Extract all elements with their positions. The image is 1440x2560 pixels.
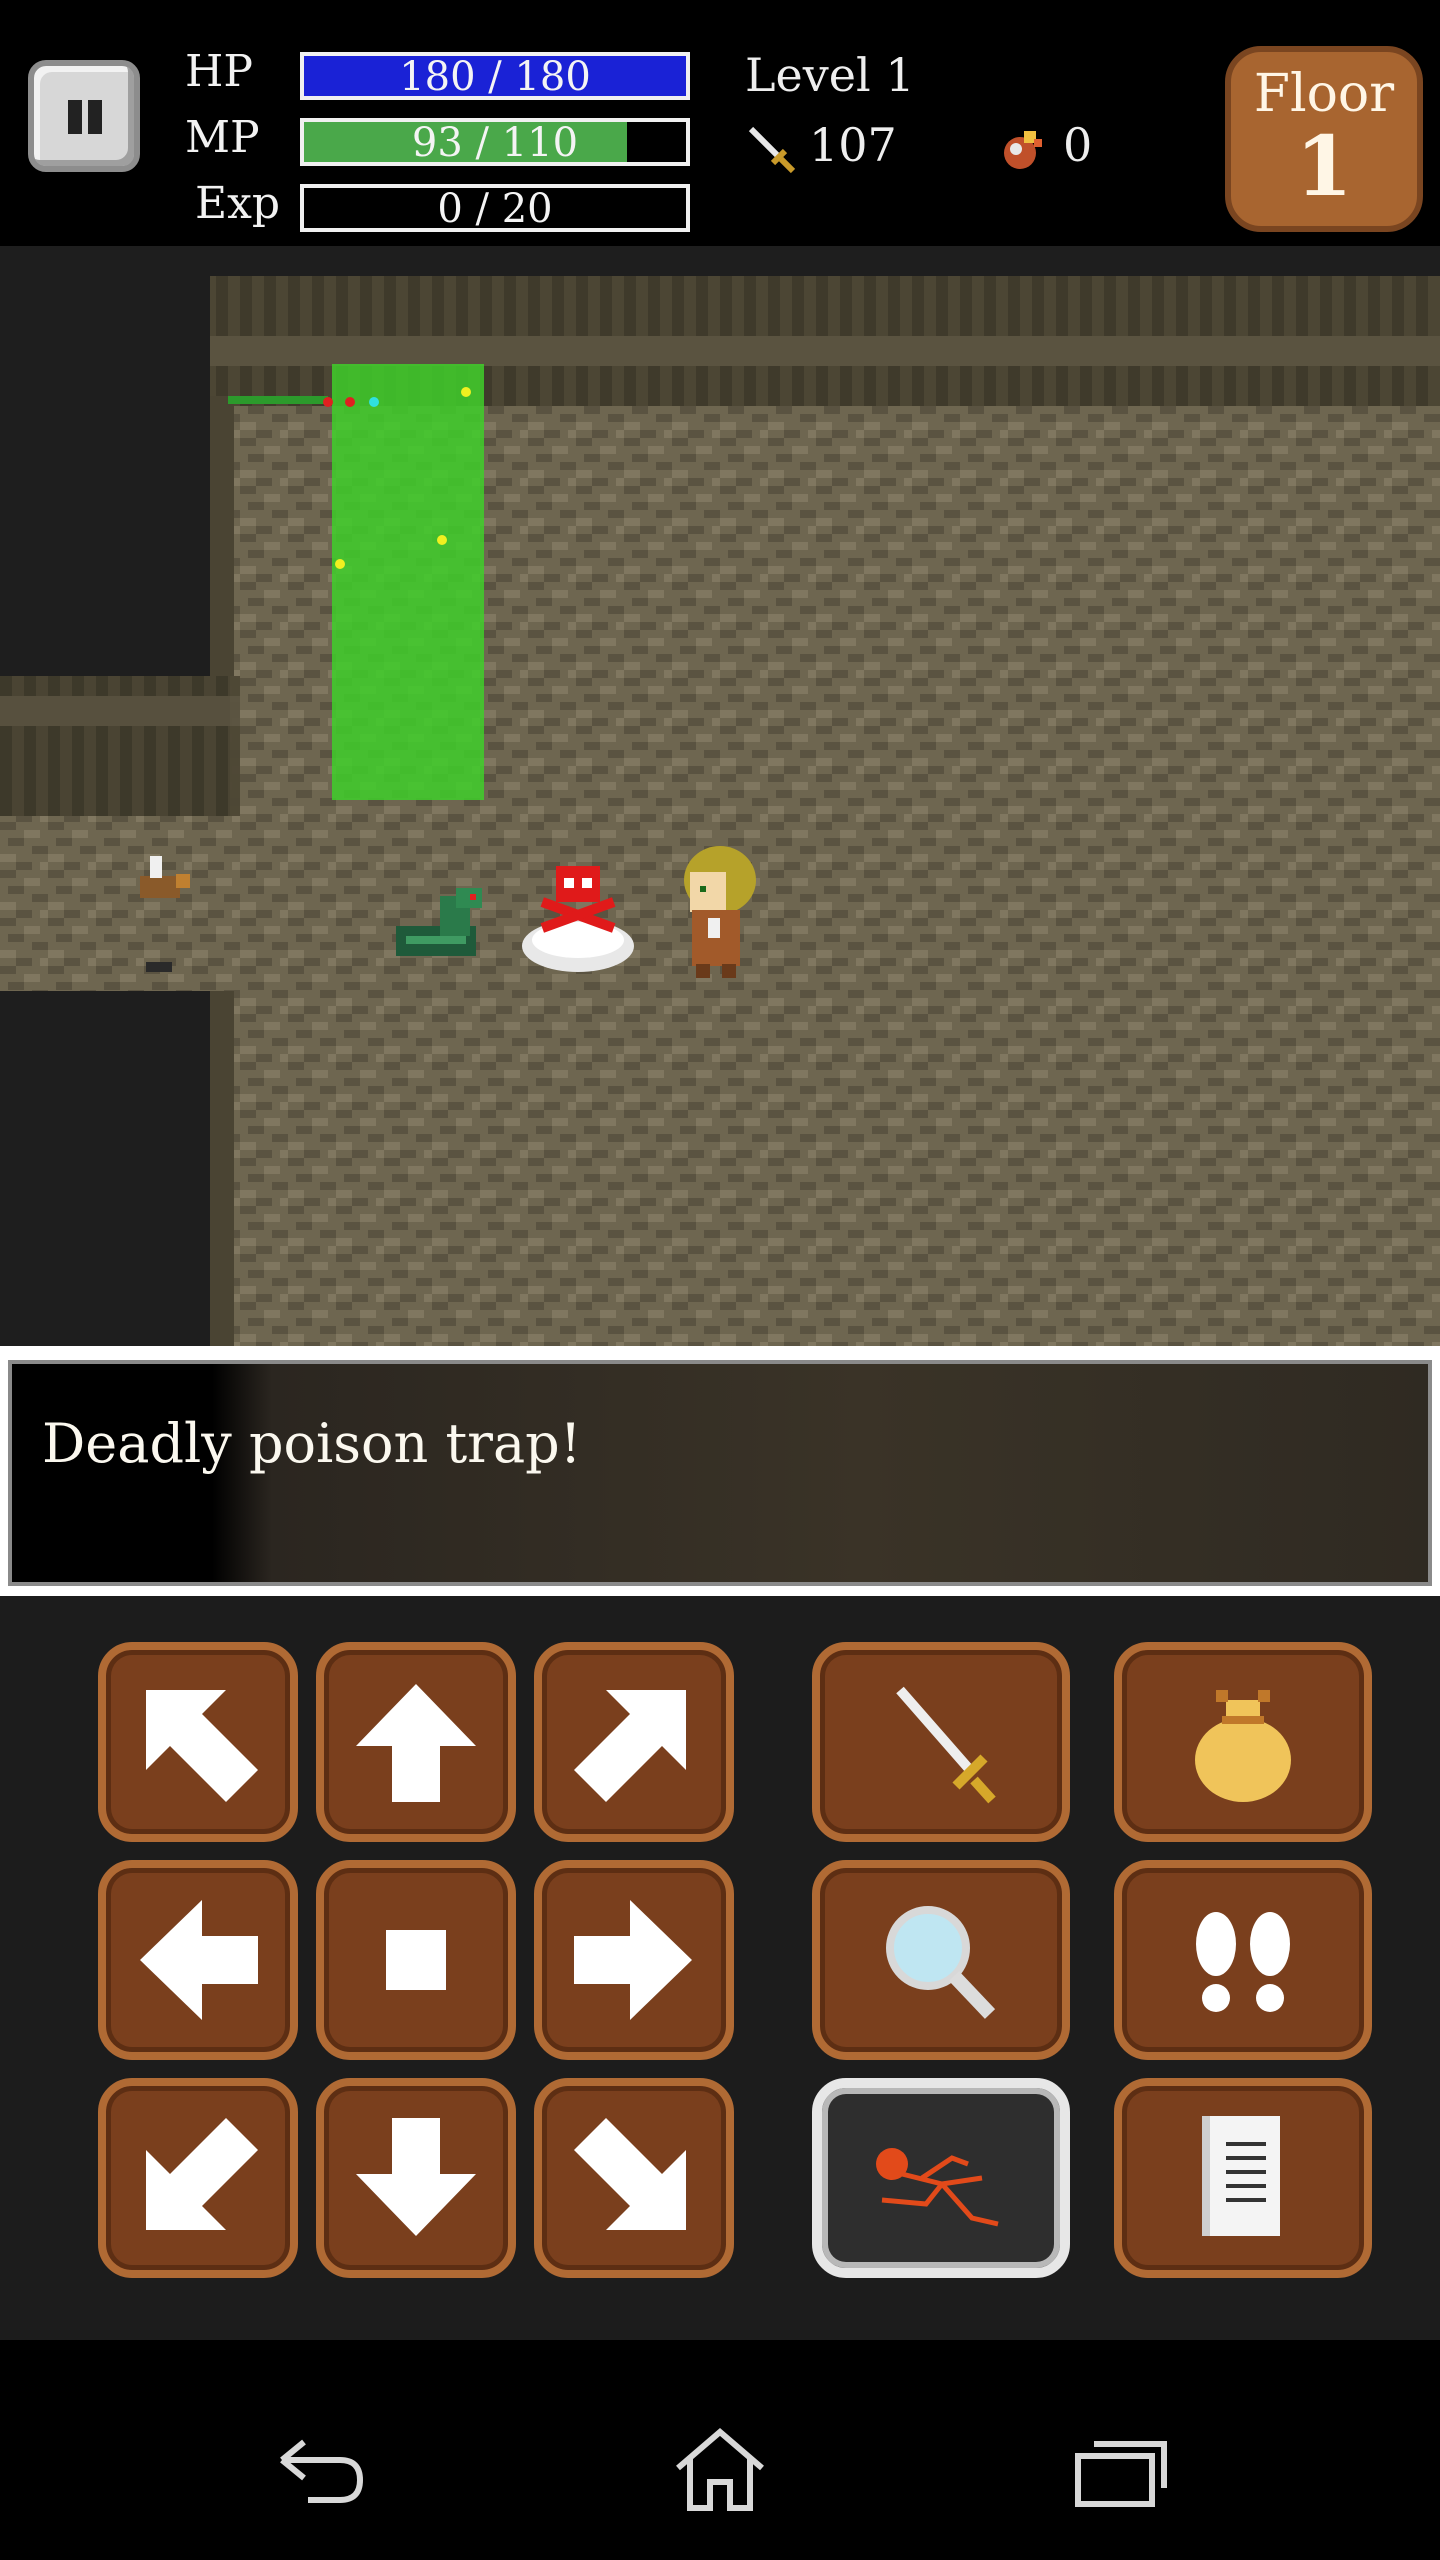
dash-runner-icon xyxy=(876,2148,999,2227)
move-down-button[interactable] xyxy=(316,2078,516,2278)
floor-badge: Floor 1 xyxy=(1225,46,1423,232)
move-down-left-button[interactable] xyxy=(98,2078,298,2278)
system-nav-bar xyxy=(0,2340,1440,2560)
back-icon[interactable] xyxy=(270,2432,370,2512)
arrow-down-icon xyxy=(356,2118,476,2236)
floor-number: 1 xyxy=(1295,119,1353,215)
hp-value: 180 / 180 xyxy=(399,54,591,100)
attack-value: 107 xyxy=(809,118,897,172)
hp-label: HP xyxy=(185,46,253,97)
exp-value: 0 / 20 xyxy=(437,186,553,232)
attack-stat: 107 xyxy=(745,118,897,175)
recents-icon[interactable] xyxy=(1070,2432,1170,2512)
arrow-up-right-icon xyxy=(574,1690,686,1802)
inventory-button[interactable] xyxy=(1114,1642,1372,1842)
arrow-left-icon xyxy=(140,1900,258,2020)
home-icon[interactable] xyxy=(670,2424,770,2514)
floor-label: Floor xyxy=(1253,64,1395,124)
arrow-right-icon xyxy=(574,1900,692,2020)
move-up-left-button[interactable] xyxy=(98,1642,298,1842)
move-left-button[interactable] xyxy=(98,1860,298,2060)
move-right-button[interactable] xyxy=(534,1860,734,2060)
mp-bar: 93 / 110 xyxy=(300,118,690,166)
sword-icon xyxy=(896,1686,996,1804)
dash-toggle-button[interactable] xyxy=(812,2078,1070,2278)
exp-bar: 0 / 20 xyxy=(300,184,690,232)
level-text: Level 1 xyxy=(745,48,915,102)
sword-icon xyxy=(748,126,796,174)
search-button[interactable] xyxy=(812,1860,1070,2060)
message-text: Deadly poison trap! xyxy=(42,1412,582,1475)
pause-icon xyxy=(68,100,82,134)
gold-pot-icon xyxy=(1004,131,1042,169)
wait-button[interactable] xyxy=(316,1860,516,2060)
bag-icon xyxy=(1195,1690,1291,1802)
arrow-up-icon xyxy=(356,1684,476,1802)
arrow-up-left-icon xyxy=(146,1690,258,1802)
gold-value: 0 xyxy=(1063,118,1093,172)
dungeon-view xyxy=(0,246,1440,1346)
control-pad xyxy=(0,1596,1440,2340)
hp-bar: 180 / 180 xyxy=(300,52,690,100)
mp-value: 93 / 110 xyxy=(411,120,579,166)
footprints-icon xyxy=(1196,1912,1290,2012)
gold-stat: 0 xyxy=(995,118,1092,175)
log-button[interactable] xyxy=(1114,2078,1372,2278)
attack-button[interactable] xyxy=(812,1642,1070,1842)
arrow-down-right-icon xyxy=(574,2118,686,2230)
step-button[interactable] xyxy=(1114,1860,1372,2060)
scroll-log-icon xyxy=(1202,2116,1280,2236)
move-down-right-button[interactable] xyxy=(534,2078,734,2278)
message-box: Deadly poison trap! xyxy=(0,1346,1440,1596)
magnifier-icon xyxy=(886,1906,996,2019)
arrow-down-left-icon xyxy=(146,2118,258,2230)
move-up-button[interactable] xyxy=(316,1642,516,1842)
minimap xyxy=(332,364,484,800)
mp-label: MP xyxy=(185,112,260,163)
move-up-right-button[interactable] xyxy=(534,1642,734,1842)
dungeon-map[interactable] xyxy=(0,246,1440,1346)
exp-label: Exp xyxy=(195,178,281,229)
pause-button[interactable] xyxy=(28,60,140,172)
status-hud: HP 180 / 180 MP 93 / 110 Exp 0 / 20 Leve… xyxy=(0,0,1440,246)
wait-square-icon xyxy=(386,1930,446,1990)
